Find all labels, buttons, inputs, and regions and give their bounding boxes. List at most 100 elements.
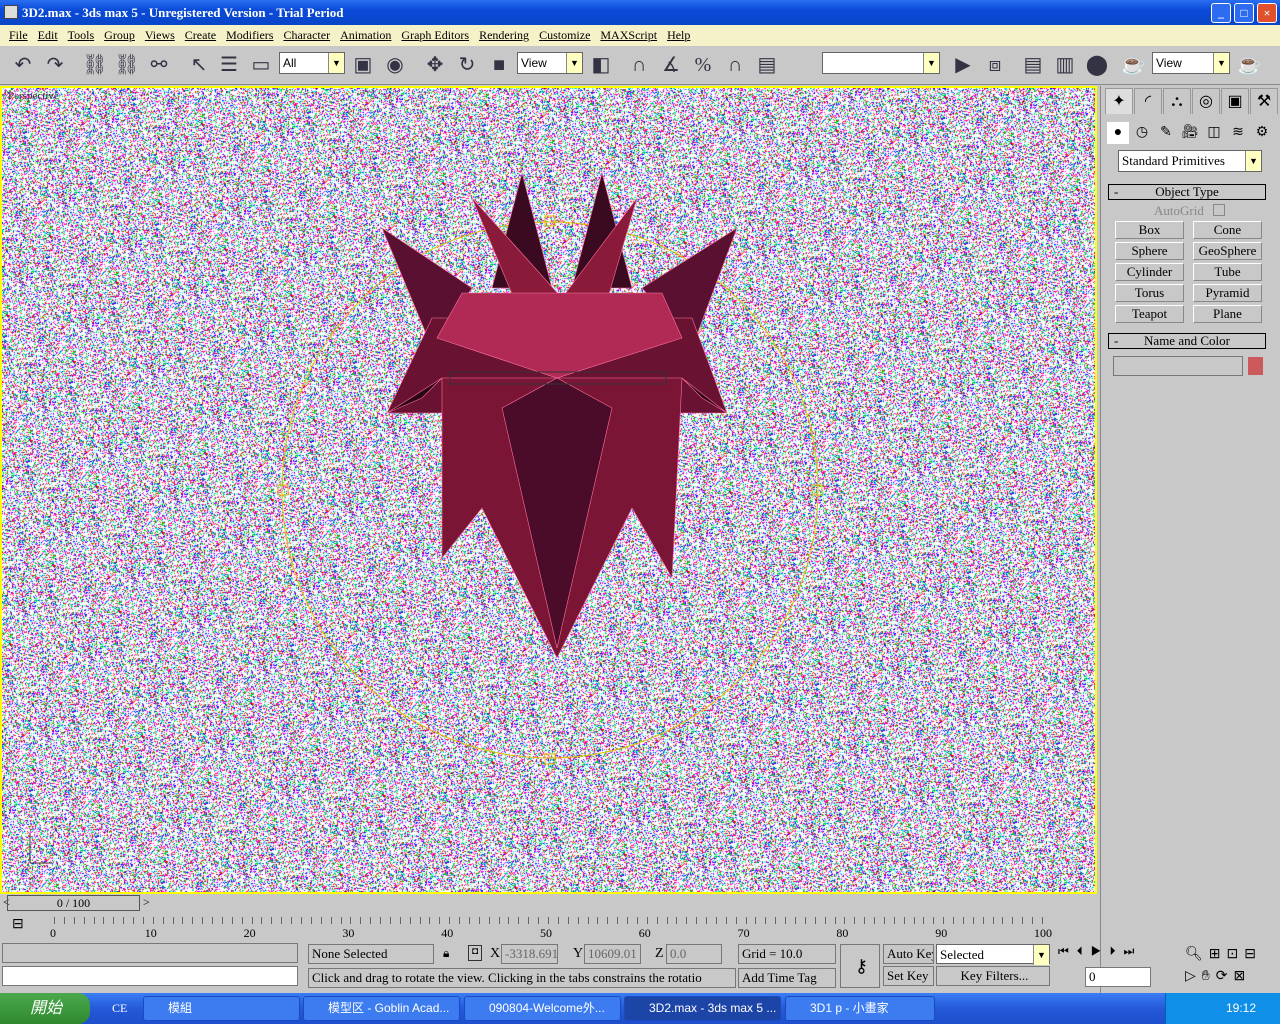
close-button[interactable]: × (1257, 3, 1277, 23)
menu-customize[interactable]: Customize (534, 25, 595, 46)
menu-edit[interactable]: Edit (33, 25, 63, 46)
auto-key-button[interactable]: Auto Key (883, 944, 934, 964)
select-by-name-icon[interactable]: ☰ (216, 52, 242, 78)
named-selection-dropdown[interactable]: ▼ (822, 52, 940, 74)
move-icon[interactable]: ✥ (422, 52, 448, 78)
bind-spacewarp-icon[interactable]: ⚯ (146, 52, 172, 78)
render-view-dropdown[interactable]: View ▼ (1152, 52, 1230, 74)
menu-graph-editors[interactable]: Graph Editors (396, 25, 474, 46)
lights-icon[interactable]: ✎ (1155, 122, 1177, 144)
select-link-icon[interactable]: ⛓ (82, 52, 108, 78)
percent-snap-icon[interactable]: % (690, 52, 716, 78)
scale-icon[interactable]: ■ (486, 52, 512, 78)
time-slider-thumb[interactable]: 0 / 100 (7, 895, 140, 911)
hierarchy-icon[interactable]: ⛬ (1163, 88, 1191, 114)
motion-icon[interactable]: ◎ (1192, 88, 1220, 114)
set-key-icon[interactable]: ⚷ (840, 944, 880, 988)
taskbar-item[interactable]: 模組 (143, 996, 300, 1021)
taskbar-item[interactable]: 090804-Welcome外... (464, 996, 621, 1021)
autogrid-checkbox[interactable] (1213, 204, 1225, 216)
menu-animation[interactable]: Animation (335, 25, 396, 46)
menu-views[interactable]: Views (140, 25, 180, 46)
window-crossing-icon[interactable]: ▣ (350, 52, 376, 78)
selection-filter-dropdown[interactable]: All ▼ (279, 52, 345, 74)
redo-icon[interactable]: ↷ (42, 52, 68, 78)
align-icon[interactable]: ⧈ (982, 52, 1008, 78)
systems-icon[interactable]: ⚙ (1251, 122, 1273, 144)
maxscript-listener-input[interactable] (2, 966, 298, 986)
spacewarps-icon[interactable]: ≋ (1227, 122, 1249, 144)
curve-editor-icon[interactable]: ⊟ (12, 916, 24, 933)
next-frame-button[interactable]: > (143, 895, 150, 910)
spinner-snap-icon[interactable]: ∩ (722, 52, 748, 78)
maxscript-listener-output[interactable] (2, 943, 298, 963)
maximize-button[interactable]: □ (1234, 3, 1254, 23)
primitive-teapot-button[interactable]: Teapot (1115, 305, 1184, 323)
track-view-icon[interactable]: ▤ (1020, 52, 1046, 78)
menu-tools[interactable]: Tools (63, 25, 100, 46)
current-frame-field[interactable]: 0 (1085, 967, 1151, 987)
name-color-rollout-header[interactable]: - Name and Color (1108, 333, 1266, 349)
mirror-icon[interactable]: ▶ (950, 52, 976, 78)
menu-file[interactable]: File (4, 25, 33, 46)
set-key-button[interactable]: Set Key (883, 966, 934, 986)
angle-snap-icon[interactable]: ∡ (658, 52, 684, 78)
undo-icon[interactable]: ↶ (10, 52, 36, 78)
taskbar-item[interactable]: 3D1 p - 小畫家 (785, 996, 935, 1021)
snap-3d-icon[interactable]: ∩ (626, 52, 652, 78)
modify-icon[interactable]: ◜ (1134, 88, 1162, 114)
create-icon[interactable]: ✦ (1105, 88, 1133, 114)
primitive-cone-button[interactable]: Cone (1193, 221, 1262, 239)
select-manipulate-icon[interactable]: ◉ (382, 52, 408, 78)
menu-create[interactable]: Create (180, 25, 221, 46)
start-button[interactable]: 開始 (0, 993, 90, 1024)
object-name-input[interactable] (1113, 356, 1243, 376)
absolute-mode-icon[interactable]: ◘ (468, 945, 482, 961)
geometry-icon[interactable]: ● (1107, 122, 1129, 144)
key-filters-button[interactable]: Key Filters... (936, 966, 1050, 986)
primitive-sphere-button[interactable]: Sphere (1115, 242, 1184, 260)
minimize-button[interactable]: _ (1211, 3, 1231, 23)
time-slider[interactable]: < 0 / 100 > (0, 894, 1100, 912)
select-icon[interactable]: ↖ (186, 52, 212, 78)
menu-help[interactable]: Help (662, 25, 695, 46)
primitive-cylinder-button[interactable]: Cylinder (1115, 263, 1184, 281)
z-coordinate-field[interactable]: 0.0 (666, 944, 722, 964)
cameras-icon[interactable]: 🎥︎ (1179, 122, 1201, 144)
quick-render-icon[interactable]: ☕ (1236, 52, 1262, 78)
utilities-icon[interactable]: ⚒ (1250, 88, 1278, 114)
primitive-plane-button[interactable]: Plane (1193, 305, 1262, 323)
track-bar[interactable]: ⊟ 0 10 20 30 40 50 60 70 80 90 100 (0, 912, 1100, 942)
taskbar-item[interactable]: 3D2.max - 3ds max 5 ... (624, 996, 781, 1021)
edit-named-sel-icon[interactable]: ▤ (754, 52, 780, 78)
menu-character[interactable]: Character (278, 25, 335, 46)
render-scene-icon[interactable]: ☕ (1120, 52, 1146, 78)
viewport-navigation-controls[interactable]: 🔍︎⊞⊡⊟ ▷✋︎⟳⊠ (1185, 944, 1279, 990)
menu-modifiers[interactable]: Modifiers (221, 25, 278, 46)
lock-selection-icon[interactable]: 🔒︎ (443, 946, 449, 961)
primitive-tube-button[interactable]: Tube (1193, 263, 1262, 281)
object-type-rollout-header[interactable]: - Object Type (1108, 184, 1266, 200)
unlink-icon[interactable]: ⛓ (114, 52, 140, 78)
helpers-icon[interactable]: ◫ (1203, 122, 1225, 144)
add-time-tag-button[interactable]: Add Time Tag (738, 968, 836, 988)
schematic-icon[interactable]: ▥ (1052, 52, 1078, 78)
primitive-geosphere-button[interactable]: GeoSphere (1193, 242, 1262, 260)
primitive-torus-button[interactable]: Torus (1115, 284, 1184, 302)
perspective-viewport[interactable]: Perspective (0, 86, 1097, 894)
menu-group[interactable]: Group (99, 25, 140, 46)
menu-maxscript[interactable]: MAXScript (595, 25, 662, 46)
primitive-box-button[interactable]: Box (1115, 221, 1184, 239)
taskbar-item[interactable]: 模型区 - Goblin Acad... (303, 996, 460, 1021)
app-icon[interactable] (4, 5, 18, 19)
pivot-icon[interactable]: ◧ (588, 52, 614, 78)
rect-region-icon[interactable]: ▭ (248, 52, 274, 78)
viewport-label[interactable]: Perspective (8, 90, 59, 102)
material-editor-icon[interactable]: ⬤ (1084, 52, 1110, 78)
shapes-icon[interactable]: ◷ (1131, 122, 1153, 144)
menu-rendering[interactable]: Rendering (474, 25, 534, 46)
playback-controls[interactable]: ⏮⏴▶⏵⏭ (1058, 944, 1180, 964)
object-color-swatch[interactable] (1248, 357, 1263, 375)
key-mode-dropdown[interactable]: Selected ▼ (936, 944, 1050, 965)
x-coordinate-field[interactable]: -3318.691 (501, 944, 558, 964)
